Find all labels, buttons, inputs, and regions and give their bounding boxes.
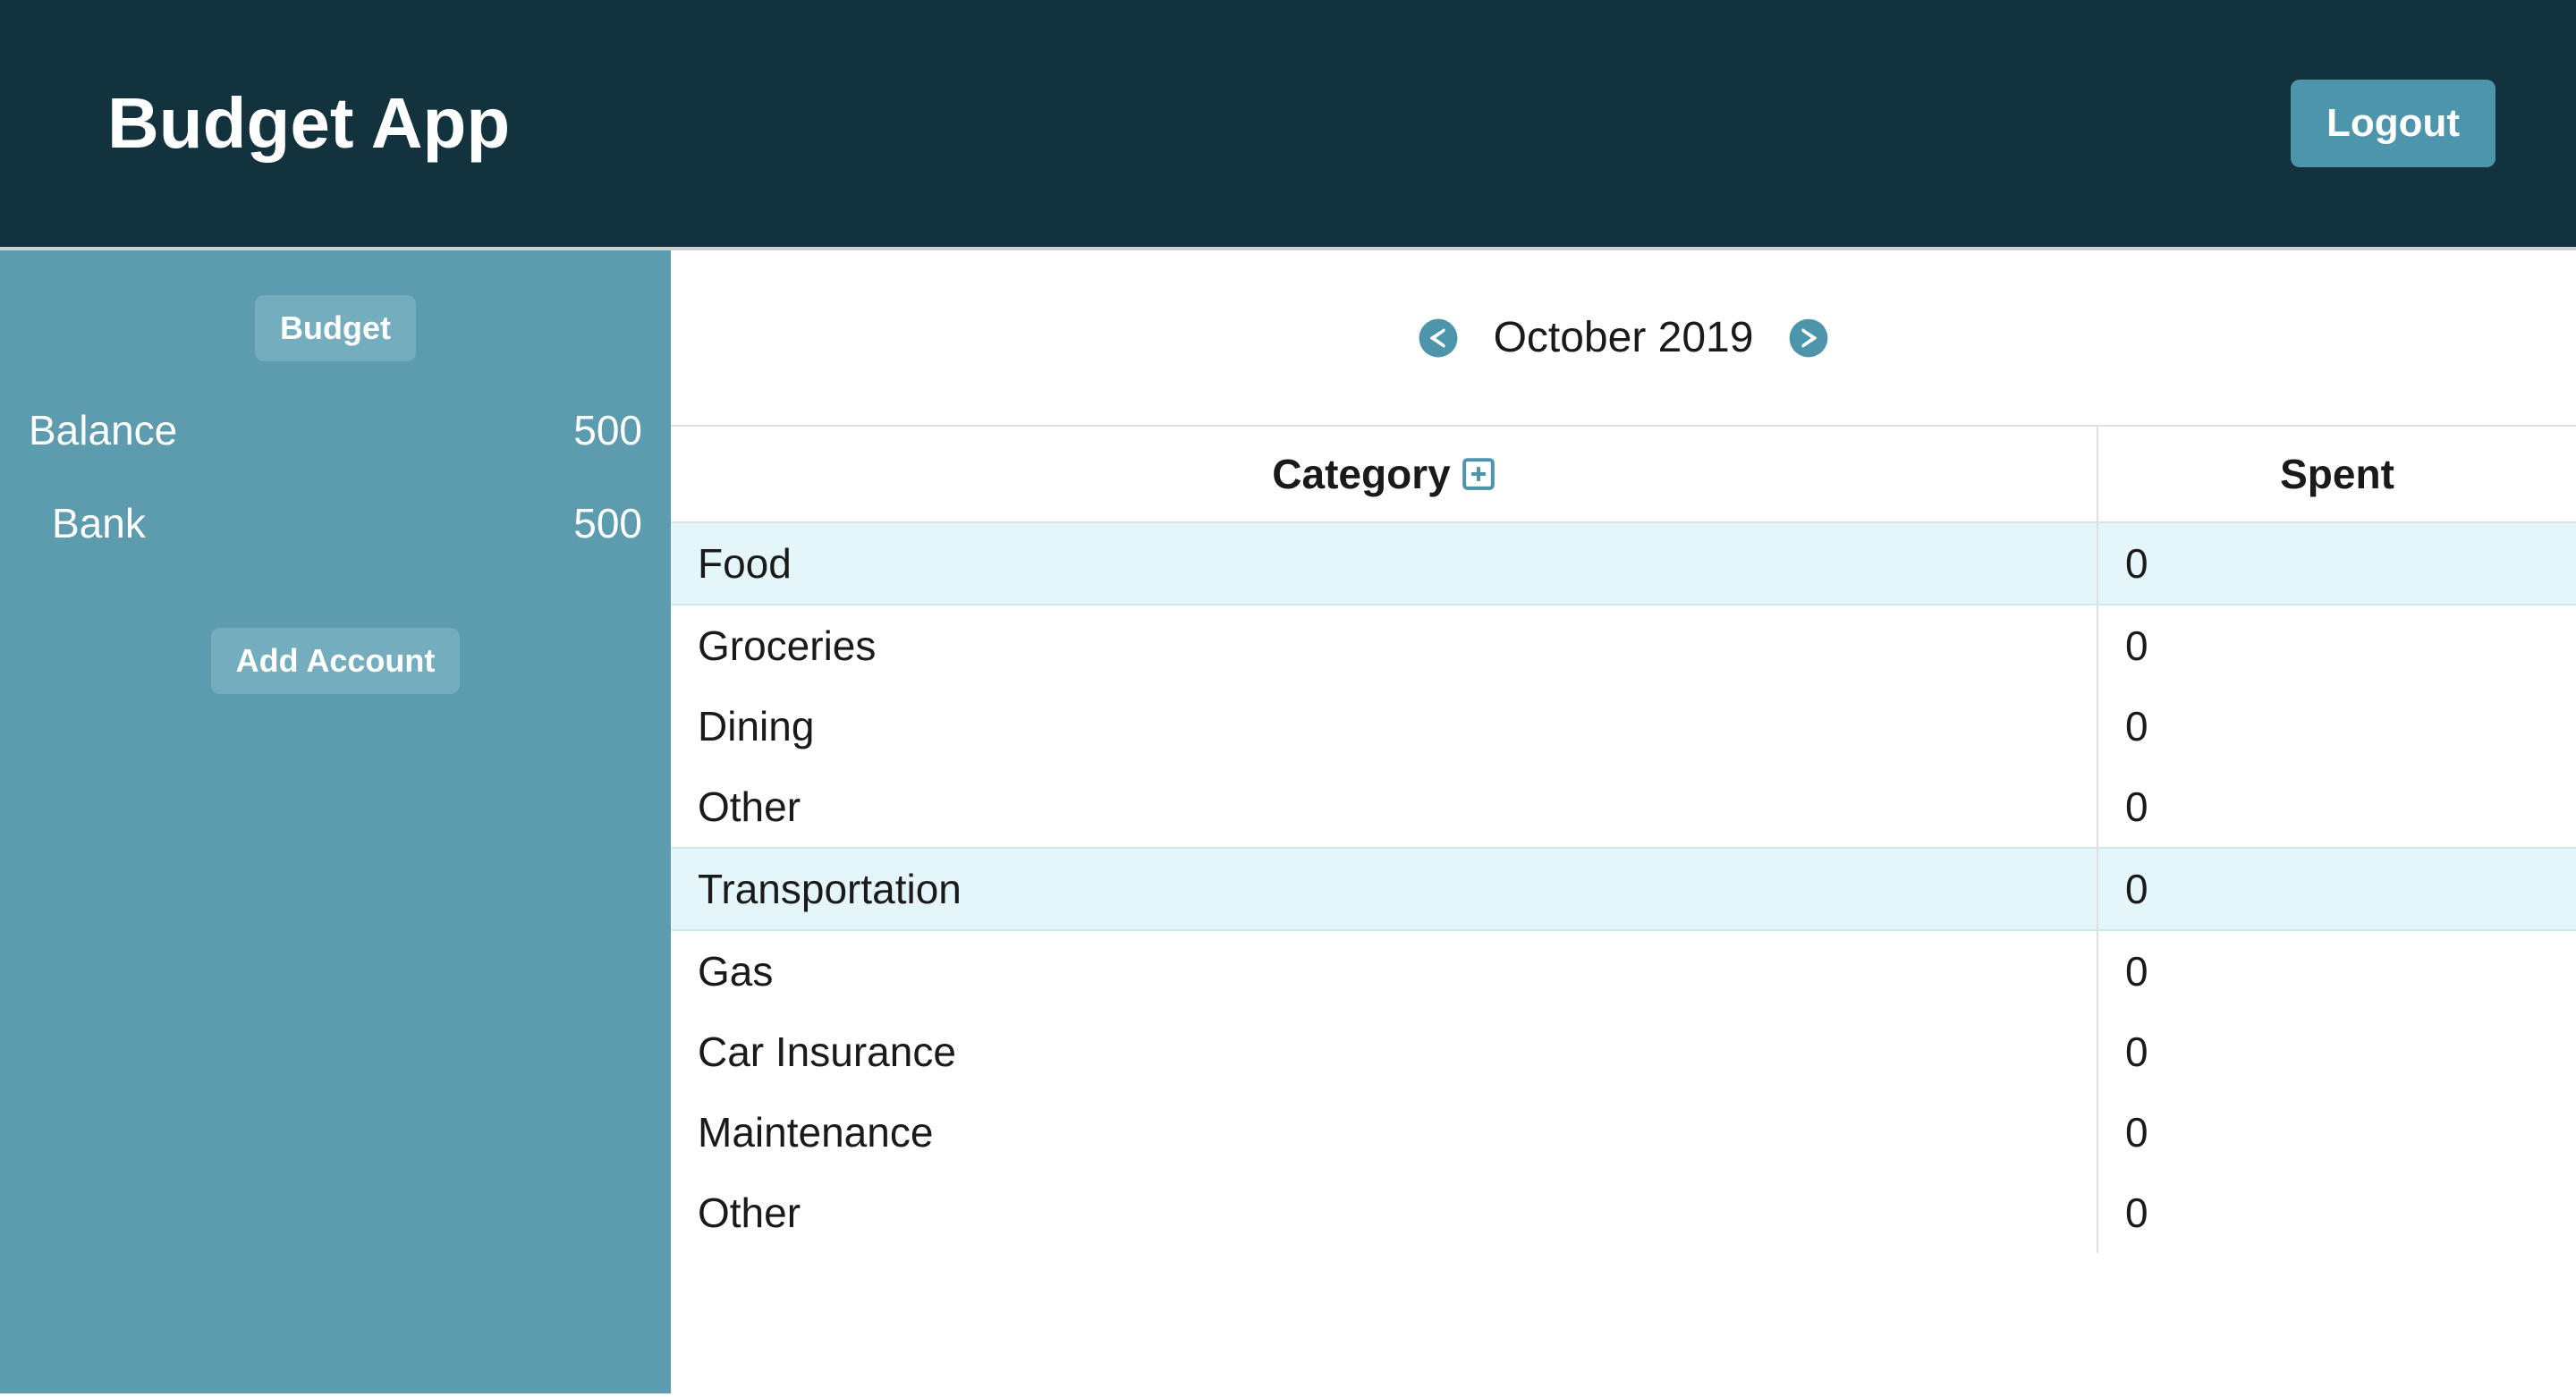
- category-cell: Dining: [671, 686, 2097, 766]
- table-row[interactable]: Gas0: [671, 930, 2576, 1012]
- category-cell: Food: [671, 522, 2097, 605]
- spent-cell: 0: [2097, 848, 2576, 930]
- spent-cell: 0: [2097, 522, 2576, 605]
- category-cell: Maintenance: [671, 1092, 2097, 1173]
- balance-row: Balance 500: [27, 406, 644, 454]
- chevron-left-icon[interactable]: [1419, 318, 1458, 358]
- account-name: Bank: [52, 499, 146, 547]
- table-row[interactable]: Dining0: [671, 686, 2576, 766]
- main-content: October 2019 Category: [671, 250, 2576, 1393]
- spent-cell: 0: [2097, 1092, 2576, 1173]
- month-label: October 2019: [1494, 313, 1754, 362]
- balance-label: Balance: [29, 406, 177, 454]
- table-row[interactable]: Transportation0: [671, 848, 2576, 930]
- logout-button[interactable]: Logout: [2291, 80, 2496, 167]
- spent-cell: 0: [2097, 1173, 2576, 1253]
- category-cell: Other: [671, 766, 2097, 848]
- budget-table-container: Category Spent Food0Groceries0Di: [671, 425, 2576, 1393]
- table-row[interactable]: Other0: [671, 1173, 2576, 1253]
- column-header-category: Category: [671, 426, 2097, 522]
- category-header-label: Category: [1272, 450, 1450, 498]
- add-account-button[interactable]: Add Account: [211, 628, 461, 694]
- category-cell: Gas: [671, 930, 2097, 1012]
- category-cell: Car Insurance: [671, 1012, 2097, 1092]
- spent-cell: 0: [2097, 686, 2576, 766]
- spent-cell: 0: [2097, 605, 2576, 686]
- spent-cell: 0: [2097, 766, 2576, 848]
- content: Budget Balance 500 Bank 500 Add Account …: [0, 250, 2576, 1393]
- table-row[interactable]: Maintenance0: [671, 1092, 2576, 1173]
- balance-value: 500: [573, 406, 642, 454]
- account-row[interactable]: Bank 500: [27, 499, 644, 547]
- category-cell: Groceries: [671, 605, 2097, 686]
- sidebar: Budget Balance 500 Bank 500 Add Account: [0, 250, 671, 1393]
- table-row[interactable]: Other0: [671, 766, 2576, 848]
- budget-nav-button[interactable]: Budget: [255, 295, 416, 361]
- budget-table: Category Spent Food0Groceries0Di: [671, 425, 2576, 1253]
- table-row[interactable]: Groceries0: [671, 605, 2576, 686]
- spent-cell: 0: [2097, 1012, 2576, 1092]
- app-title: Budget App: [107, 82, 510, 165]
- category-cell: Transportation: [671, 848, 2097, 930]
- account-value: 500: [573, 499, 642, 547]
- chevron-right-icon[interactable]: [1789, 318, 1828, 358]
- spent-cell: 0: [2097, 930, 2576, 1012]
- month-selector: October 2019: [671, 250, 2576, 425]
- header: Budget App Logout: [0, 0, 2576, 250]
- column-header-spent: Spent: [2097, 426, 2576, 522]
- table-row[interactable]: Food0: [671, 522, 2576, 605]
- category-cell: Other: [671, 1173, 2097, 1253]
- plus-square-icon[interactable]: [1462, 457, 1496, 491]
- table-row[interactable]: Car Insurance0: [671, 1012, 2576, 1092]
- budget-table-body: Food0Groceries0Dining0Other0Transportati…: [671, 522, 2576, 1253]
